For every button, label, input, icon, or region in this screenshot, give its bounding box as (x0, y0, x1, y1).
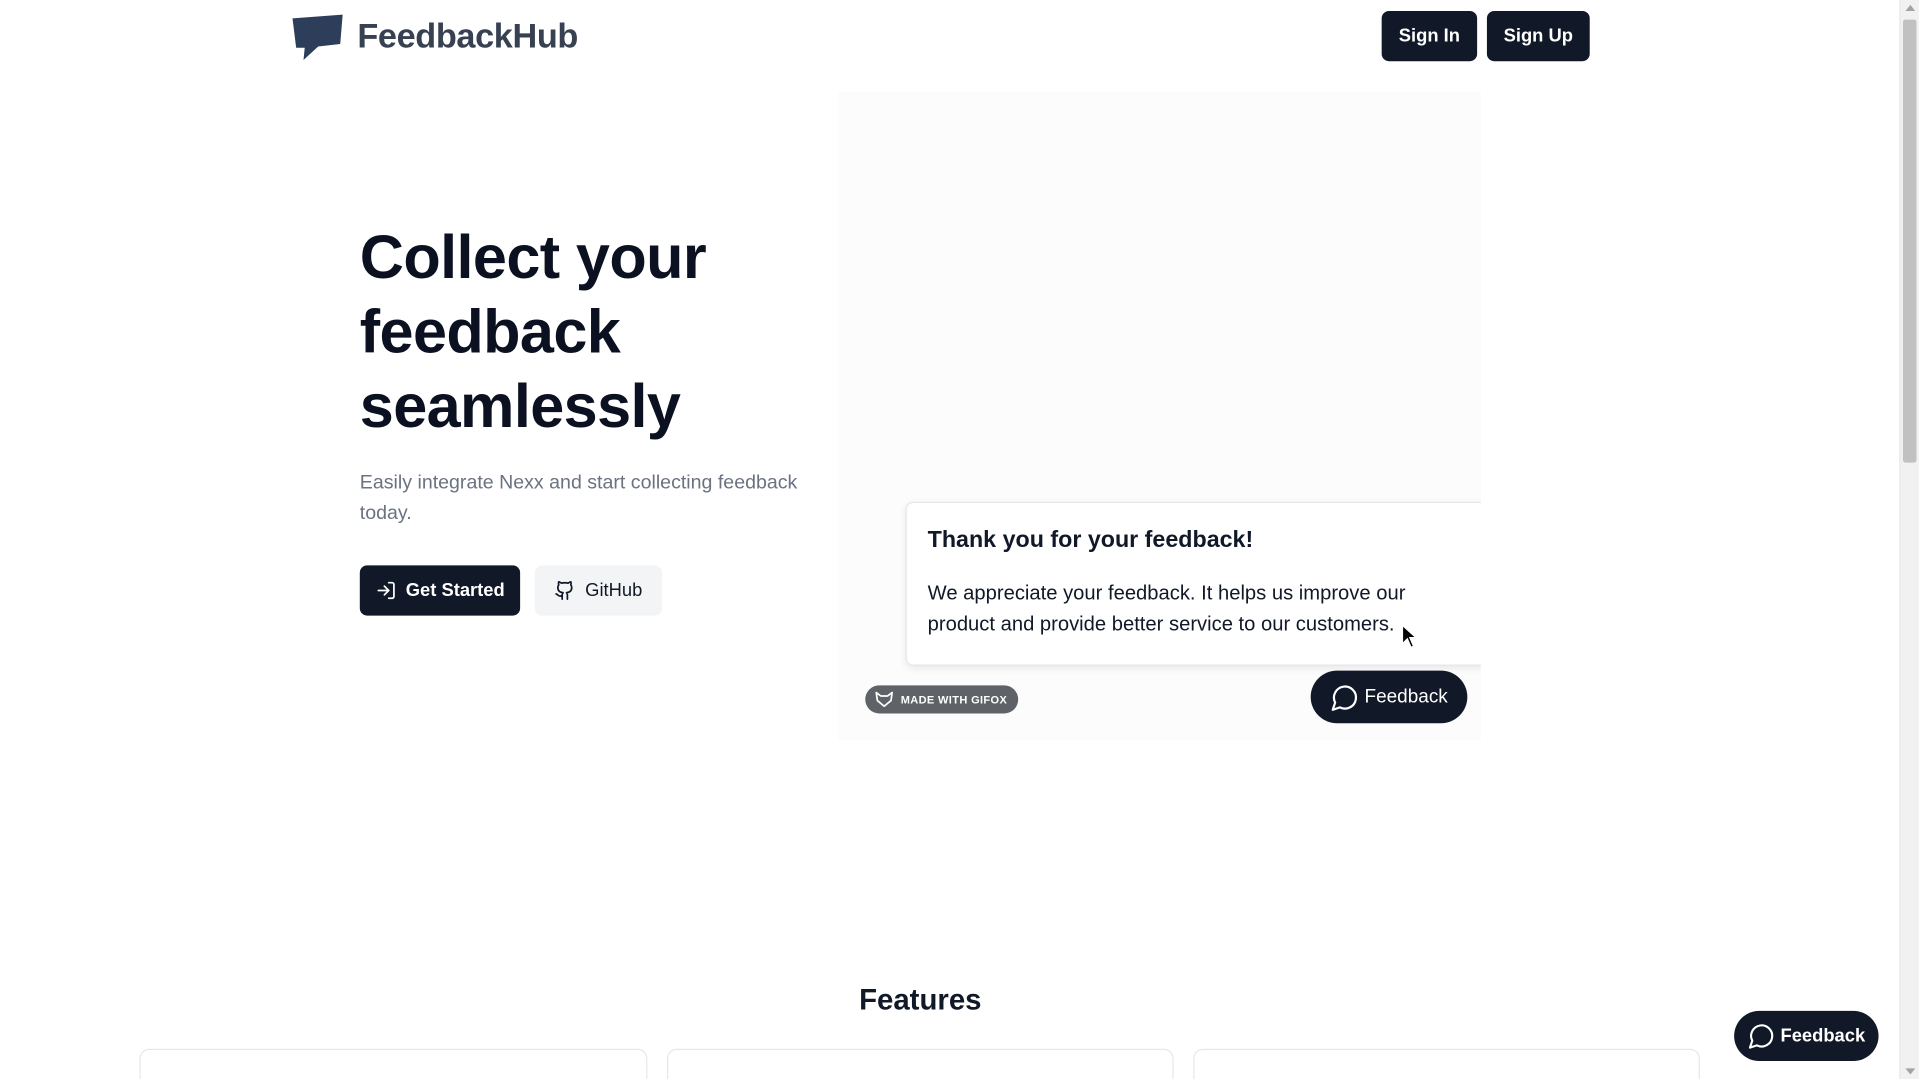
scroll-down-arrow-icon[interactable] (1905, 1068, 1916, 1075)
floating-feedback-button[interactable]: Feedback (1734, 1010, 1879, 1062)
demo-feedback-label: Feedback (1364, 685, 1448, 707)
sign-up-button[interactable]: Sign Up (1486, 11, 1590, 62)
demo-preview: Thank you for your feedback! We apprecia… (838, 91, 1481, 741)
log-in-icon (376, 581, 395, 600)
toast-body: We appreciate your feedback. It helps us… (927, 582, 1406, 636)
toast-title: Thank you for your feedback! (927, 527, 1254, 554)
speech-flag-icon (292, 14, 343, 60)
scroll-thumb[interactable] (1903, 19, 1917, 463)
hero-title: Collect your feedback seamlessly (359, 222, 707, 441)
logo-text: FeedbackHub (357, 17, 579, 56)
scroll-up-arrow-icon[interactable] (1905, 4, 1916, 12)
sign-in-button[interactable]: Sign In (1381, 11, 1478, 62)
mouse-cursor-icon (1401, 624, 1418, 649)
get-started-label: Get Started (405, 580, 505, 601)
feature-card (1193, 1048, 1700, 1079)
get-started-button[interactable]: Get Started (359, 565, 521, 616)
thank-you-toast: Thank you for your feedback! We apprecia… (905, 501, 1481, 666)
fox-icon (875, 691, 894, 708)
hero-subtitle: Easily integrate Nexx and start collecti… (359, 472, 798, 524)
page: FeedbackHub Sign In Sign Up Collect your… (0, 0, 1919, 1079)
message-circle-icon (1748, 1024, 1774, 1049)
logo[interactable]: FeedbackHub (291, 12, 578, 61)
gifox-badge: MADE WITH GIFOX (865, 685, 1019, 714)
message-circle-icon (1331, 684, 1357, 711)
demo-feedback-button[interactable]: Feedback (1310, 670, 1468, 724)
feature-card (139, 1048, 648, 1079)
vertical-scrollbar[interactable] (1899, 0, 1919, 1079)
github-button[interactable]: GitHub (534, 565, 663, 616)
features-heading: Features (859, 983, 982, 1017)
github-icon (555, 580, 573, 601)
gifox-badge-text: MADE WITH GIFOX (900, 693, 1008, 706)
floating-feedback-label: Feedback (1780, 1025, 1866, 1047)
github-label: GitHub (585, 580, 643, 601)
feature-card (666, 1048, 1174, 1079)
